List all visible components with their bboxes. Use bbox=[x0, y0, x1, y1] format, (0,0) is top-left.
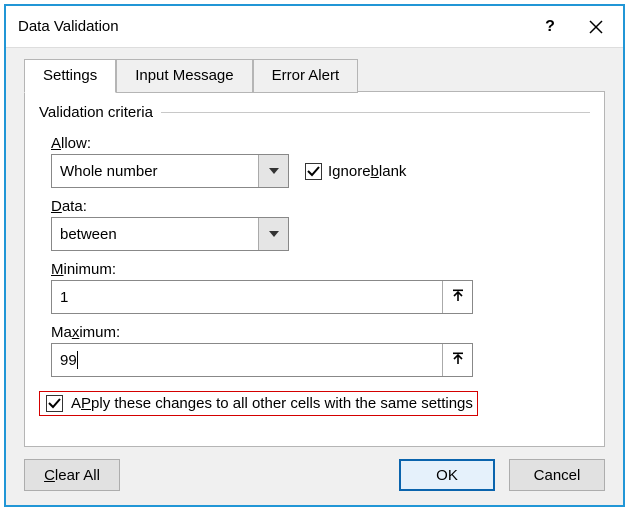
allow-label: Allow: bbox=[51, 135, 590, 152]
cancel-button[interactable]: Cancel bbox=[509, 459, 605, 491]
chevron-down-icon bbox=[269, 168, 279, 174]
tab-input-message[interactable]: Input Message bbox=[116, 59, 252, 93]
allow-combo-button[interactable] bbox=[258, 155, 288, 187]
minimum-label: Minimum: bbox=[51, 261, 590, 278]
dialog-title: Data Validation bbox=[18, 18, 119, 35]
dialog-footer: Clear All OK Cancel bbox=[24, 447, 605, 491]
ignore-blank-box bbox=[305, 163, 322, 180]
help-button[interactable]: ? bbox=[527, 6, 573, 48]
clear-all-button[interactable]: Clear All bbox=[24, 459, 120, 491]
close-button[interactable] bbox=[573, 6, 619, 48]
collapse-dialog-icon bbox=[451, 289, 465, 306]
maximum-ref-button[interactable] bbox=[442, 344, 472, 376]
checkmark-icon bbox=[307, 165, 320, 178]
tab-bar: Settings Input Message Error Alert bbox=[24, 58, 605, 92]
settings-panel: Validation criteria Allow: Whole number bbox=[24, 91, 605, 447]
maximum-input[interactable]: 99 bbox=[52, 344, 442, 376]
apply-to-all-row[interactable]: APply these changes to all other cells w… bbox=[39, 391, 478, 416]
collapse-dialog-icon bbox=[451, 352, 465, 369]
close-icon bbox=[589, 20, 603, 34]
validation-criteria-label: Validation criteria bbox=[39, 104, 153, 121]
data-combo-button[interactable] bbox=[258, 218, 288, 250]
checkmark-icon bbox=[48, 397, 61, 410]
apply-to-all-box bbox=[46, 395, 63, 412]
data-validation-dialog: Data Validation ? Settings Input Message… bbox=[4, 4, 625, 507]
minimum-field-wrap bbox=[51, 280, 473, 314]
data-combo-value: between bbox=[52, 218, 258, 250]
ignore-blank-checkbox[interactable]: Ignore blank bbox=[305, 163, 406, 180]
maximum-field-wrap: 99 bbox=[51, 343, 473, 377]
tab-settings[interactable]: Settings bbox=[24, 59, 116, 93]
chevron-down-icon bbox=[269, 231, 279, 237]
tab-error-alert[interactable]: Error Alert bbox=[253, 59, 359, 93]
header-divider bbox=[161, 112, 590, 113]
minimum-ref-button[interactable] bbox=[442, 281, 472, 313]
data-combo[interactable]: between bbox=[51, 217, 289, 251]
titlebar: Data Validation ? bbox=[6, 6, 623, 48]
allow-combo[interactable]: Whole number bbox=[51, 154, 289, 188]
minimum-input[interactable] bbox=[52, 281, 442, 313]
text-cursor bbox=[77, 351, 78, 369]
data-label: Data: bbox=[51, 198, 590, 215]
validation-criteria-header: Validation criteria bbox=[39, 104, 590, 121]
maximum-label: Maximum: bbox=[51, 324, 590, 341]
apply-to-all-label: APply these changes to all other cells w… bbox=[71, 395, 473, 412]
dialog-body: Settings Input Message Error Alert Valid… bbox=[6, 48, 623, 505]
allow-combo-value: Whole number bbox=[52, 155, 258, 187]
ok-button[interactable]: OK bbox=[399, 459, 495, 491]
